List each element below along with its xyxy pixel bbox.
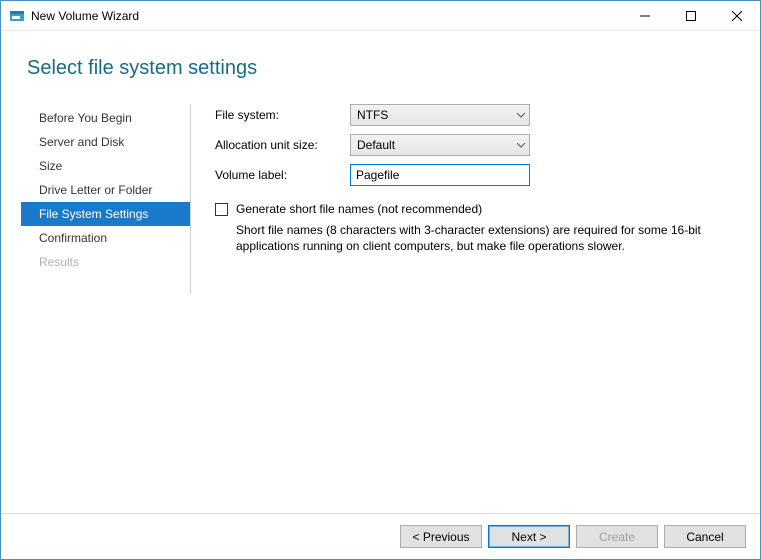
file-system-label: File system:: [215, 108, 350, 122]
maximize-button[interactable]: [668, 1, 714, 30]
chevron-down-icon: [517, 113, 525, 118]
cancel-button[interactable]: Cancel: [664, 525, 746, 548]
sidebar-item-drive-letter[interactable]: Drive Letter or Folder: [21, 178, 190, 202]
page-title: Select file system settings: [1, 31, 760, 80]
wizard-sidebar: Before You Begin Server and Disk Size Dr…: [21, 104, 191, 294]
minimize-button[interactable]: [622, 1, 668, 30]
sidebar-item-server-disk[interactable]: Server and Disk: [21, 130, 190, 154]
volume-label-label: Volume label:: [215, 168, 350, 182]
gen-short-description: Short file names (8 characters with 3-ch…: [236, 222, 726, 254]
allocation-label: Allocation unit size:: [215, 138, 350, 152]
chevron-down-icon: [517, 143, 525, 148]
volume-label-input[interactable]: [350, 164, 530, 186]
close-button[interactable]: [714, 1, 760, 30]
previous-button[interactable]: < Previous: [400, 525, 482, 548]
wizard-footer: < Previous Next > Create Cancel: [1, 513, 760, 559]
gen-short-label: Generate short file names (not recommend…: [236, 202, 482, 216]
sidebar-item-before[interactable]: Before You Begin: [21, 106, 190, 130]
allocation-select[interactable]: Default: [350, 134, 530, 156]
sidebar-item-filesystem[interactable]: File System Settings: [21, 202, 190, 226]
sidebar-item-results: Results: [21, 250, 190, 274]
sidebar-item-confirmation[interactable]: Confirmation: [21, 226, 190, 250]
sidebar-item-size[interactable]: Size: [21, 154, 190, 178]
app-icon: [9, 8, 25, 24]
create-button: Create: [576, 525, 658, 548]
window-controls: [622, 1, 760, 30]
file-system-value: NTFS: [357, 108, 388, 122]
allocation-value: Default: [357, 138, 395, 152]
titlebar: New Volume Wizard: [1, 1, 760, 31]
gen-short-checkbox[interactable]: [215, 203, 228, 216]
main-panel: File system: NTFS Allocation unit size: …: [191, 104, 760, 294]
window-title: New Volume Wizard: [31, 9, 622, 23]
file-system-select[interactable]: NTFS: [350, 104, 530, 126]
next-button[interactable]: Next >: [488, 525, 570, 548]
